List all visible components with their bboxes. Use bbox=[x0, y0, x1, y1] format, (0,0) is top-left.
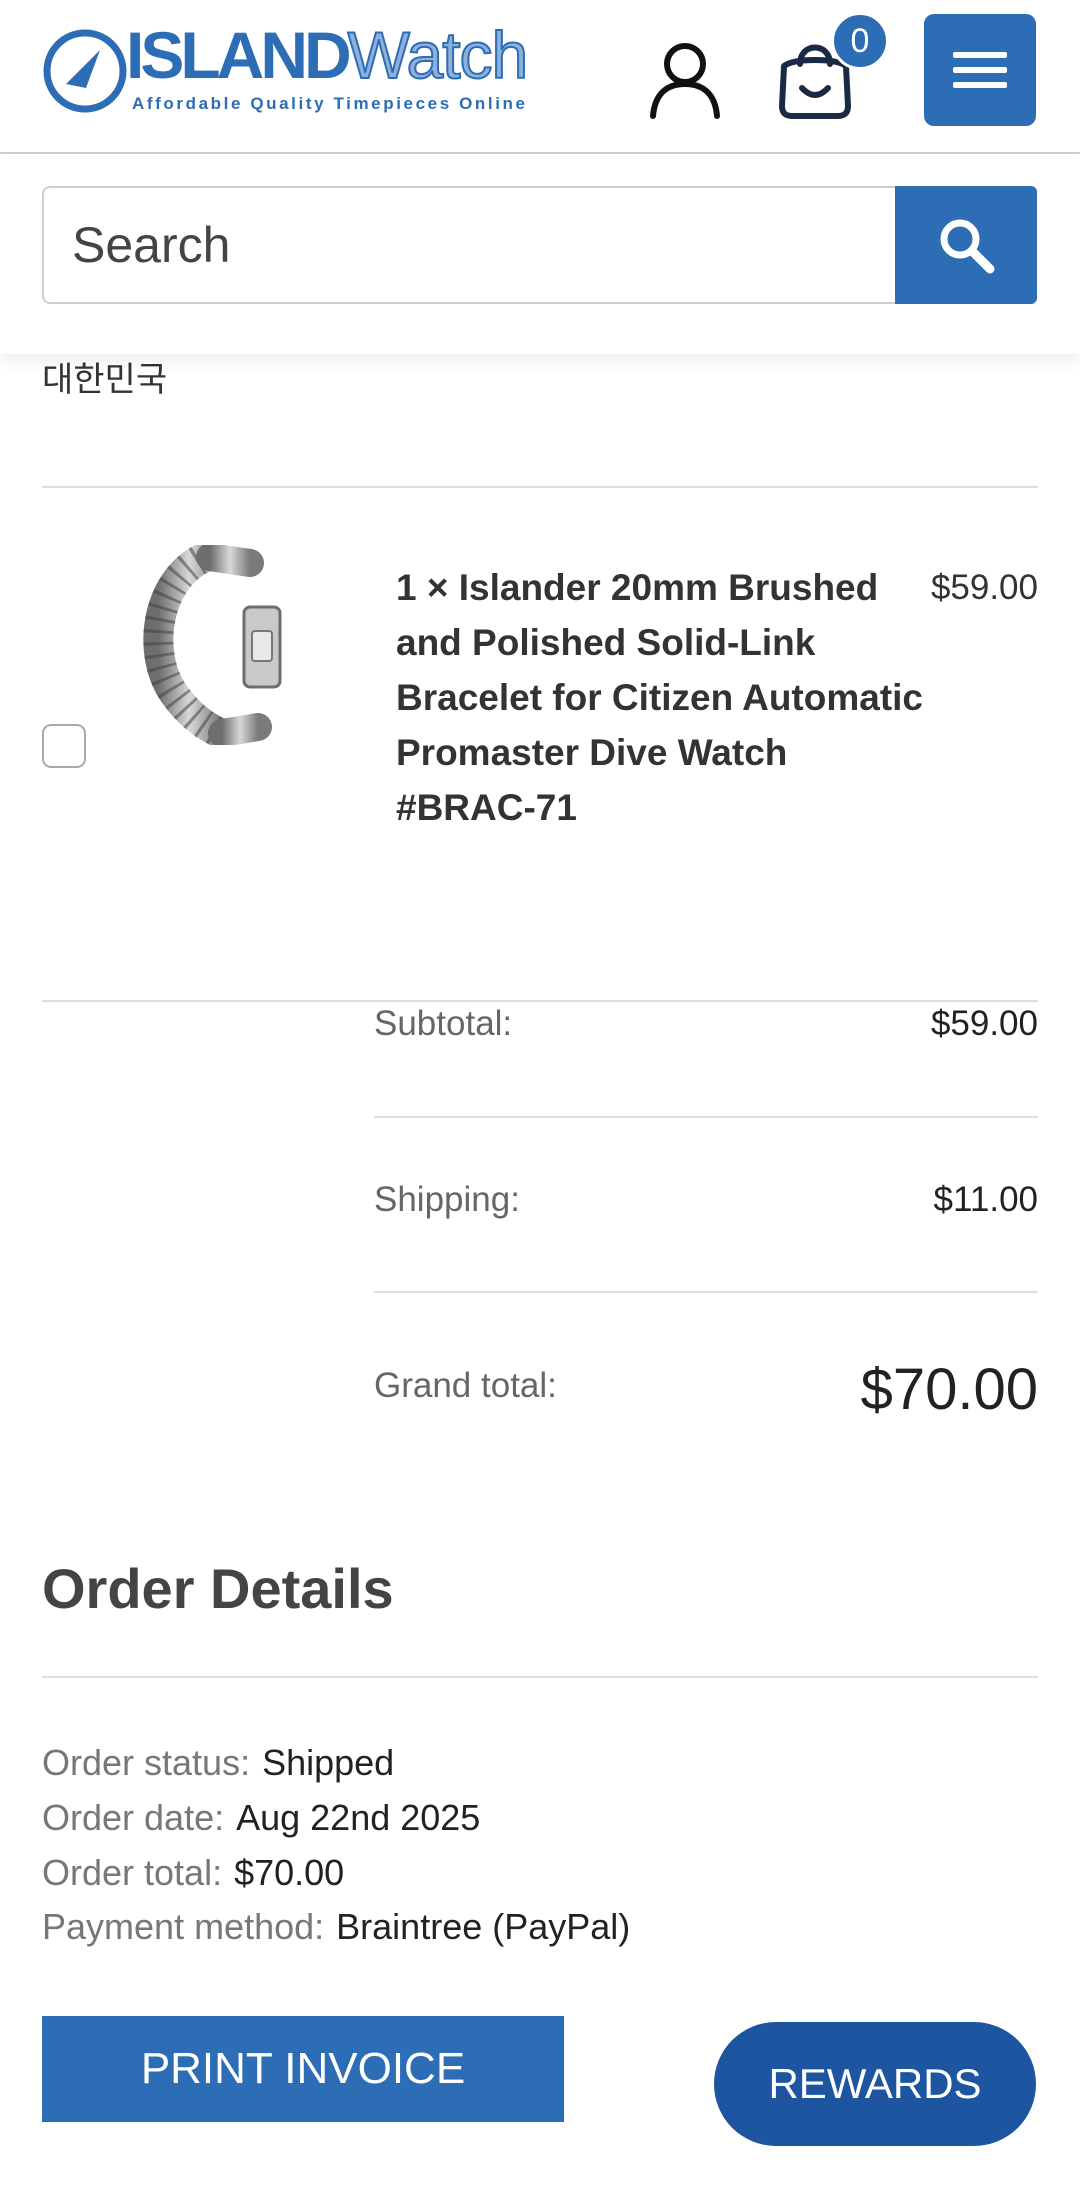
shipping-value: $11.00 bbox=[933, 1180, 1038, 1219]
print-invoice-button[interactable]: PRINT INVOICE bbox=[42, 2016, 564, 2122]
order-date-value: Aug 22nd 2025 bbox=[236, 1797, 481, 1838]
item-title[interactable]: 1 × Islander 20mm Brushed and Polished S… bbox=[396, 560, 936, 835]
site-header: ISLANDWatch Affordable Quality Timepiece… bbox=[0, 0, 1080, 154]
subtotal-label: Subtotal: bbox=[374, 1004, 513, 1043]
grand-total-value: $70.00 bbox=[860, 1357, 1038, 1422]
divider bbox=[374, 1291, 1038, 1293]
order-status-row: Order status: Shipped bbox=[42, 1742, 394, 1784]
order-status-label: Order status: bbox=[42, 1742, 251, 1783]
payment-method-value: Braintree (PayPal) bbox=[336, 1906, 631, 1947]
divider bbox=[42, 1676, 1038, 1678]
hamburger-menu-icon bbox=[953, 52, 1007, 88]
grand-total-label: Grand total: bbox=[374, 1366, 557, 1405]
payment-method-row: Payment method: Braintree (PayPal) bbox=[42, 1906, 630, 1948]
menu-button[interactable] bbox=[924, 14, 1036, 126]
divider bbox=[42, 1000, 1038, 1002]
logo-mark-icon bbox=[43, 29, 127, 113]
shipping-country: 대한민국 bbox=[42, 360, 168, 400]
logo-primary-text: ISLAND bbox=[126, 18, 352, 92]
divider bbox=[374, 1116, 1038, 1118]
search-bar bbox=[0, 154, 1080, 354]
item-price: $59.00 bbox=[930, 568, 1038, 607]
shipping-label: Shipping: bbox=[374, 1180, 520, 1219]
user-icon bbox=[650, 43, 720, 119]
divider bbox=[42, 486, 1038, 488]
logo-secondary-text: Watch bbox=[347, 18, 530, 92]
order-date-row: Order date: Aug 22nd 2025 bbox=[42, 1797, 480, 1839]
order-date-label: Order date: bbox=[42, 1797, 225, 1838]
order-total-label: Order total: bbox=[42, 1852, 223, 1893]
logo-wordmark: ISLANDWatch bbox=[126, 21, 529, 89]
rewards-button[interactable]: REWARDS bbox=[714, 2022, 1036, 2146]
order-status-value: Shipped bbox=[262, 1742, 395, 1783]
cart-count-badge: 0 bbox=[831, 12, 889, 70]
payment-method-label: Payment method: bbox=[42, 1906, 325, 1947]
account-button[interactable] bbox=[645, 40, 725, 120]
order-total-value: $70.00 bbox=[234, 1852, 345, 1893]
logo-tagline: Affordable Quality Timepieces Online bbox=[132, 94, 528, 113]
order-total-row: Order total: $70.00 bbox=[42, 1852, 344, 1894]
site-logo[interactable]: ISLANDWatch Affordable Quality Timepiece… bbox=[42, 21, 552, 122]
search-button[interactable] bbox=[895, 186, 1037, 304]
order-details-heading: Order Details bbox=[42, 1557, 394, 1620]
search-icon bbox=[940, 219, 995, 274]
subtotal-value: $59.00 bbox=[930, 1004, 1038, 1043]
item-checkbox[interactable] bbox=[42, 724, 86, 768]
search-input[interactable] bbox=[42, 186, 897, 304]
bracelet-product-image bbox=[143, 545, 282, 745]
